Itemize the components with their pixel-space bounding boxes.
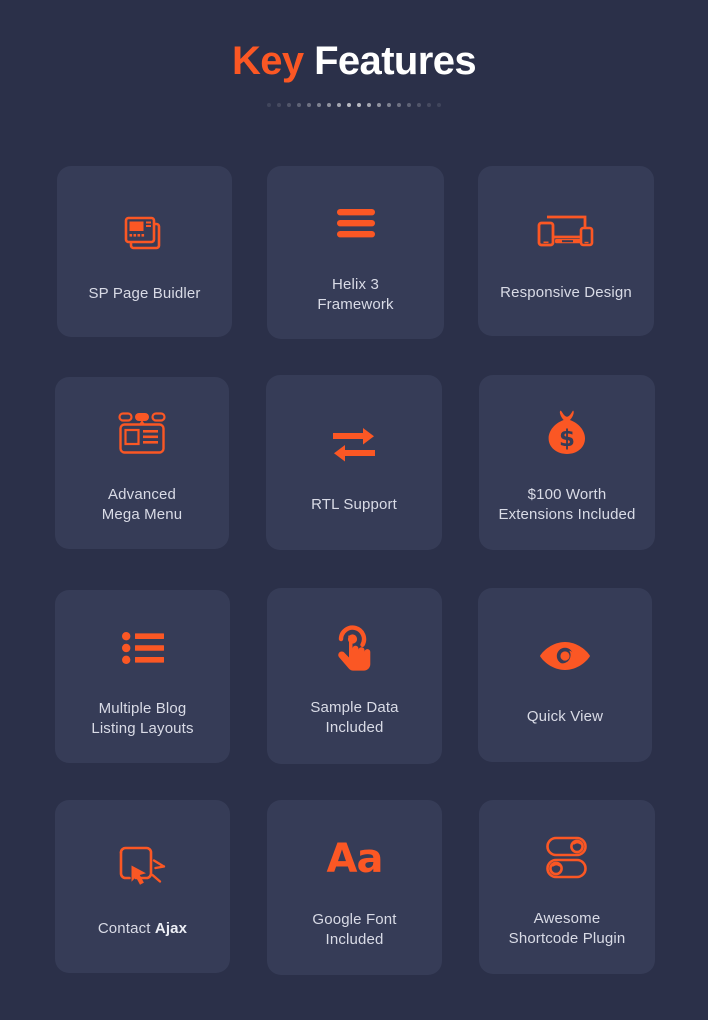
- separator-dot: [317, 103, 321, 108]
- feature-card-advanced-mega-menu[interactable]: Advanced Mega Menu: [55, 377, 229, 549]
- feature-card-label: $100 Worth Extensions Included: [498, 485, 636, 523]
- separator-dot: [327, 103, 331, 108]
- typography-aa-text: Aa: [326, 835, 384, 882]
- separator-dot: [297, 103, 301, 108]
- separator-dot: [397, 103, 401, 108]
- mega-menu-icon: [115, 401, 169, 467]
- tap-hand-icon: [331, 614, 379, 680]
- feature-card-label-emphasis: Ajax: [154, 919, 188, 937]
- section-header: Key Features: [0, 0, 708, 109]
- toggle-switches-icon: [540, 825, 594, 891]
- separator-dot: [387, 103, 391, 108]
- feature-card-label: RTL Support: [311, 495, 397, 513]
- feature-card-label: Multiple Blog Listing Layouts: [91, 699, 194, 737]
- eye-icon: [539, 623, 591, 689]
- feature-card-contact-ajax[interactable]: Contact Ajax: [55, 800, 230, 973]
- separator-dot: [407, 103, 411, 108]
- feature-card-label: Helix 3 Framework: [317, 275, 394, 313]
- features-grid: SP Page Buidler Helix 3 Framework Respon…: [0, 160, 708, 990]
- feature-card-helix-3-framework[interactable]: Helix 3 Framework: [267, 166, 444, 339]
- pages-stack-icon: [118, 200, 172, 266]
- bullet-list-icon: [121, 615, 164, 681]
- separator-dot: [277, 103, 281, 108]
- separator-dot: [417, 103, 421, 108]
- click-cursor-icon: [116, 835, 170, 901]
- feature-card-label: SP Page Buidler: [88, 284, 201, 302]
- key-features-section: Key Features SP Page Buidler Helix 3 Fra…: [0, 0, 708, 1020]
- separator-dot: [357, 103, 361, 108]
- svg-text:$: $: [559, 426, 575, 452]
- page-title-accent: Key: [231, 39, 304, 83]
- title-separator-dots: [0, 101, 708, 109]
- separator-dot: [307, 103, 311, 108]
- feature-card-extensions-included[interactable]: $ $100 Worth Extensions Included: [479, 375, 655, 550]
- feature-card-multiple-blog-layouts[interactable]: Multiple Blog Listing Layouts: [55, 590, 230, 763]
- devices-icon: [537, 199, 595, 265]
- page-title: Key Features: [0, 38, 708, 85]
- feature-card-rtl-support[interactable]: RTL Support: [266, 375, 442, 550]
- separator-dot: [427, 103, 431, 108]
- feature-card-awesome-shortcode-plugin[interactable]: Awesome Shortcode Plugin: [479, 800, 655, 974]
- hamburger-menu-icon: [336, 191, 376, 257]
- feature-card-sp-page-builder[interactable]: SP Page Buidler: [57, 166, 232, 337]
- separator-dot: [287, 103, 291, 108]
- feature-card-quick-view[interactable]: Quick View: [478, 588, 652, 762]
- feature-card-label: Sample Data Included: [310, 699, 399, 736]
- separator-dot: [377, 103, 381, 108]
- feature-card-label: Awesome Shortcode Plugin: [508, 910, 626, 947]
- feature-card-label: Contact Ajax: [97, 919, 188, 937]
- separator-dot: [337, 103, 341, 108]
- feature-card-label: Advanced Mega Menu: [101, 486, 183, 523]
- feature-card-label: Quick View: [526, 708, 604, 725]
- money-bag-icon: $: [543, 401, 591, 467]
- separator-dot: [347, 103, 351, 108]
- feature-card-sample-data-included[interactable]: Sample Data Included: [267, 588, 442, 764]
- separator-dot: [437, 103, 441, 108]
- feature-card-label: Responsive Design: [500, 284, 632, 301]
- page-title-rest: Features: [303, 39, 477, 83]
- feature-card-responsive-design[interactable]: Responsive Design: [478, 166, 654, 336]
- separator-dot: [267, 103, 271, 108]
- typography-aa-icon: Aa: [326, 826, 384, 892]
- feature-card-label: Google Font Included: [312, 910, 397, 948]
- separator-dot: [367, 103, 371, 108]
- exchange-arrows-icon: [331, 411, 377, 477]
- feature-card-google-font-included[interactable]: Aa Google Font Included: [267, 800, 442, 975]
